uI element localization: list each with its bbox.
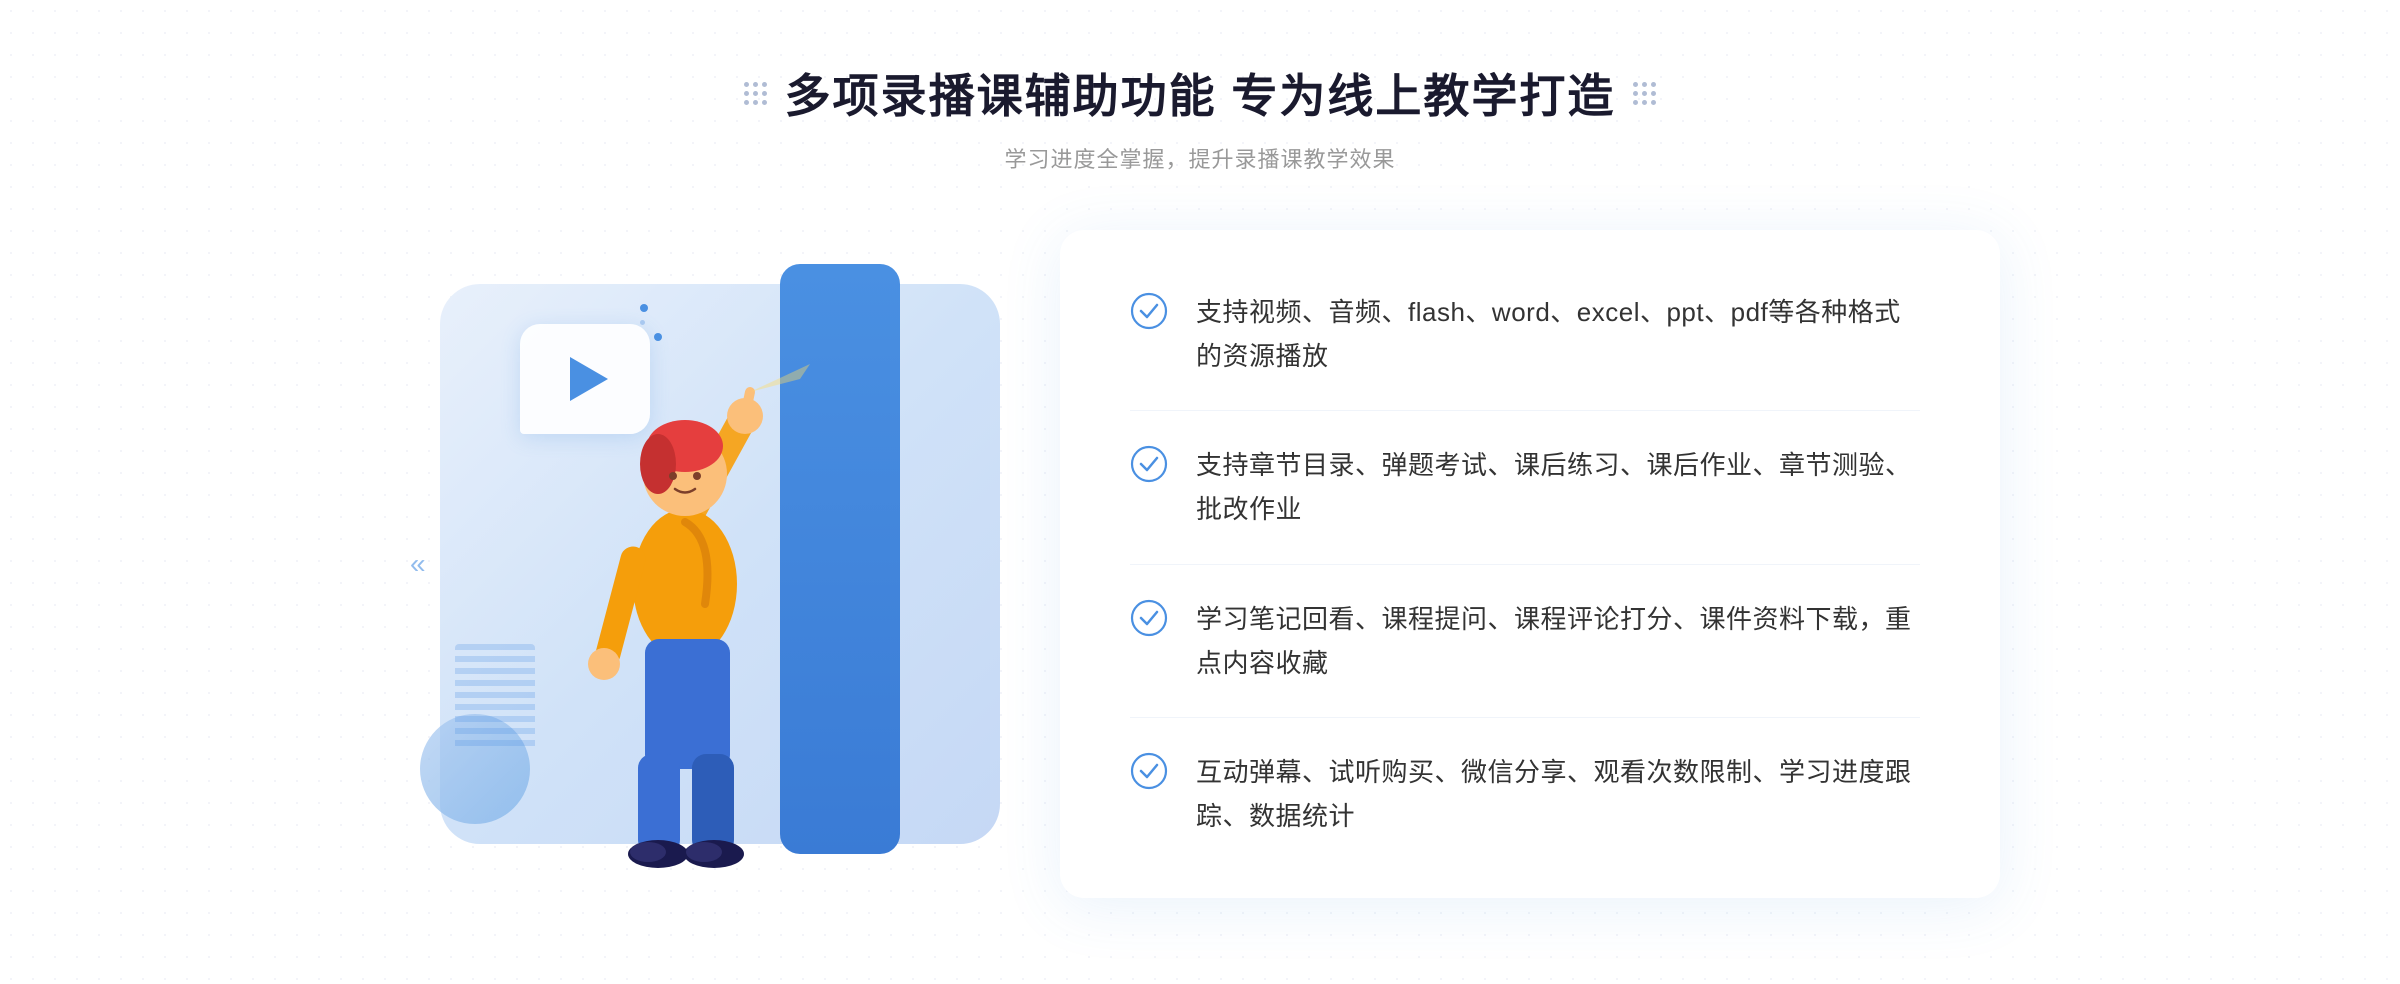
check-icon-1 — [1130, 292, 1168, 330]
check-icon-3 — [1130, 599, 1168, 637]
feature-item-1: 支持视频、音频、flash、word、excel、ppt、pdf等各种格式的资源… — [1130, 290, 1920, 411]
sparkle-dot-2 — [640, 320, 645, 325]
features-card: 支持视频、音频、flash、word、excel、ppt、pdf等各种格式的资源… — [1060, 230, 2000, 899]
sparkle-dot-1 — [640, 304, 648, 312]
header-title-row: 多项录播课辅助功能 专为线上教学打造 — [744, 60, 1657, 126]
illustration-wrapper: « — [400, 224, 1080, 904]
feature-text-1: 支持视频、音频、flash、word、excel、ppt、pdf等各种格式的资源… — [1196, 290, 1920, 378]
features-list: 支持视频、音频、flash、word、excel、ppt、pdf等各种格式的资源… — [1130, 290, 1920, 839]
deco-stripes — [455, 644, 535, 764]
feature-item-2: 支持章节目录、弹题考试、课后练习、课后作业、章节测验、批改作业 — [1130, 411, 1920, 564]
sparkle-decoration — [640, 304, 662, 341]
feature-text-3: 学习笔记回看、课程提问、课程评论打分、课件资料下载，重点内容收藏 — [1196, 597, 1920, 685]
subtitle: 学习进度全掌握，提升录播课教学效果 — [744, 142, 1657, 174]
feature-item-4: 互动弹幕、试听购买、微信分享、观看次数限制、学习进度跟踪、数据统计 — [1130, 718, 1920, 838]
header-section: 多项录播课辅助功能 专为线上教学打造 学习进度全掌握，提升录播课教学效果 — [744, 60, 1657, 174]
content-area: « — [400, 224, 2000, 904]
deco-dots-right — [1633, 82, 1656, 105]
check-icon-2 — [1130, 445, 1168, 483]
feature-item-3: 学习笔记回看、课程提问、课程评论打分、课件资料下载，重点内容收藏 — [1130, 565, 1920, 718]
sparkle-dot-3 — [654, 333, 662, 341]
human-figure — [530, 364, 850, 884]
main-title: 多项录播课辅助功能 专为线上教学打造 — [785, 60, 1616, 126]
chevron-left-icon: « — [410, 547, 426, 581]
feature-text-4: 互动弹幕、试听购买、微信分享、观看次数限制、学习进度跟踪、数据统计 — [1196, 750, 1920, 838]
check-icon-4 — [1130, 752, 1168, 790]
left-arrows: « — [410, 547, 426, 581]
deco-dots-left — [744, 82, 767, 105]
page-wrapper: 多项录播课辅助功能 专为线上教学打造 学习进度全掌握，提升录播课教学效果 — [0, 0, 2400, 984]
feature-text-2: 支持章节目录、弹题考试、课后练习、课后作业、章节测验、批改作业 — [1196, 443, 1920, 531]
